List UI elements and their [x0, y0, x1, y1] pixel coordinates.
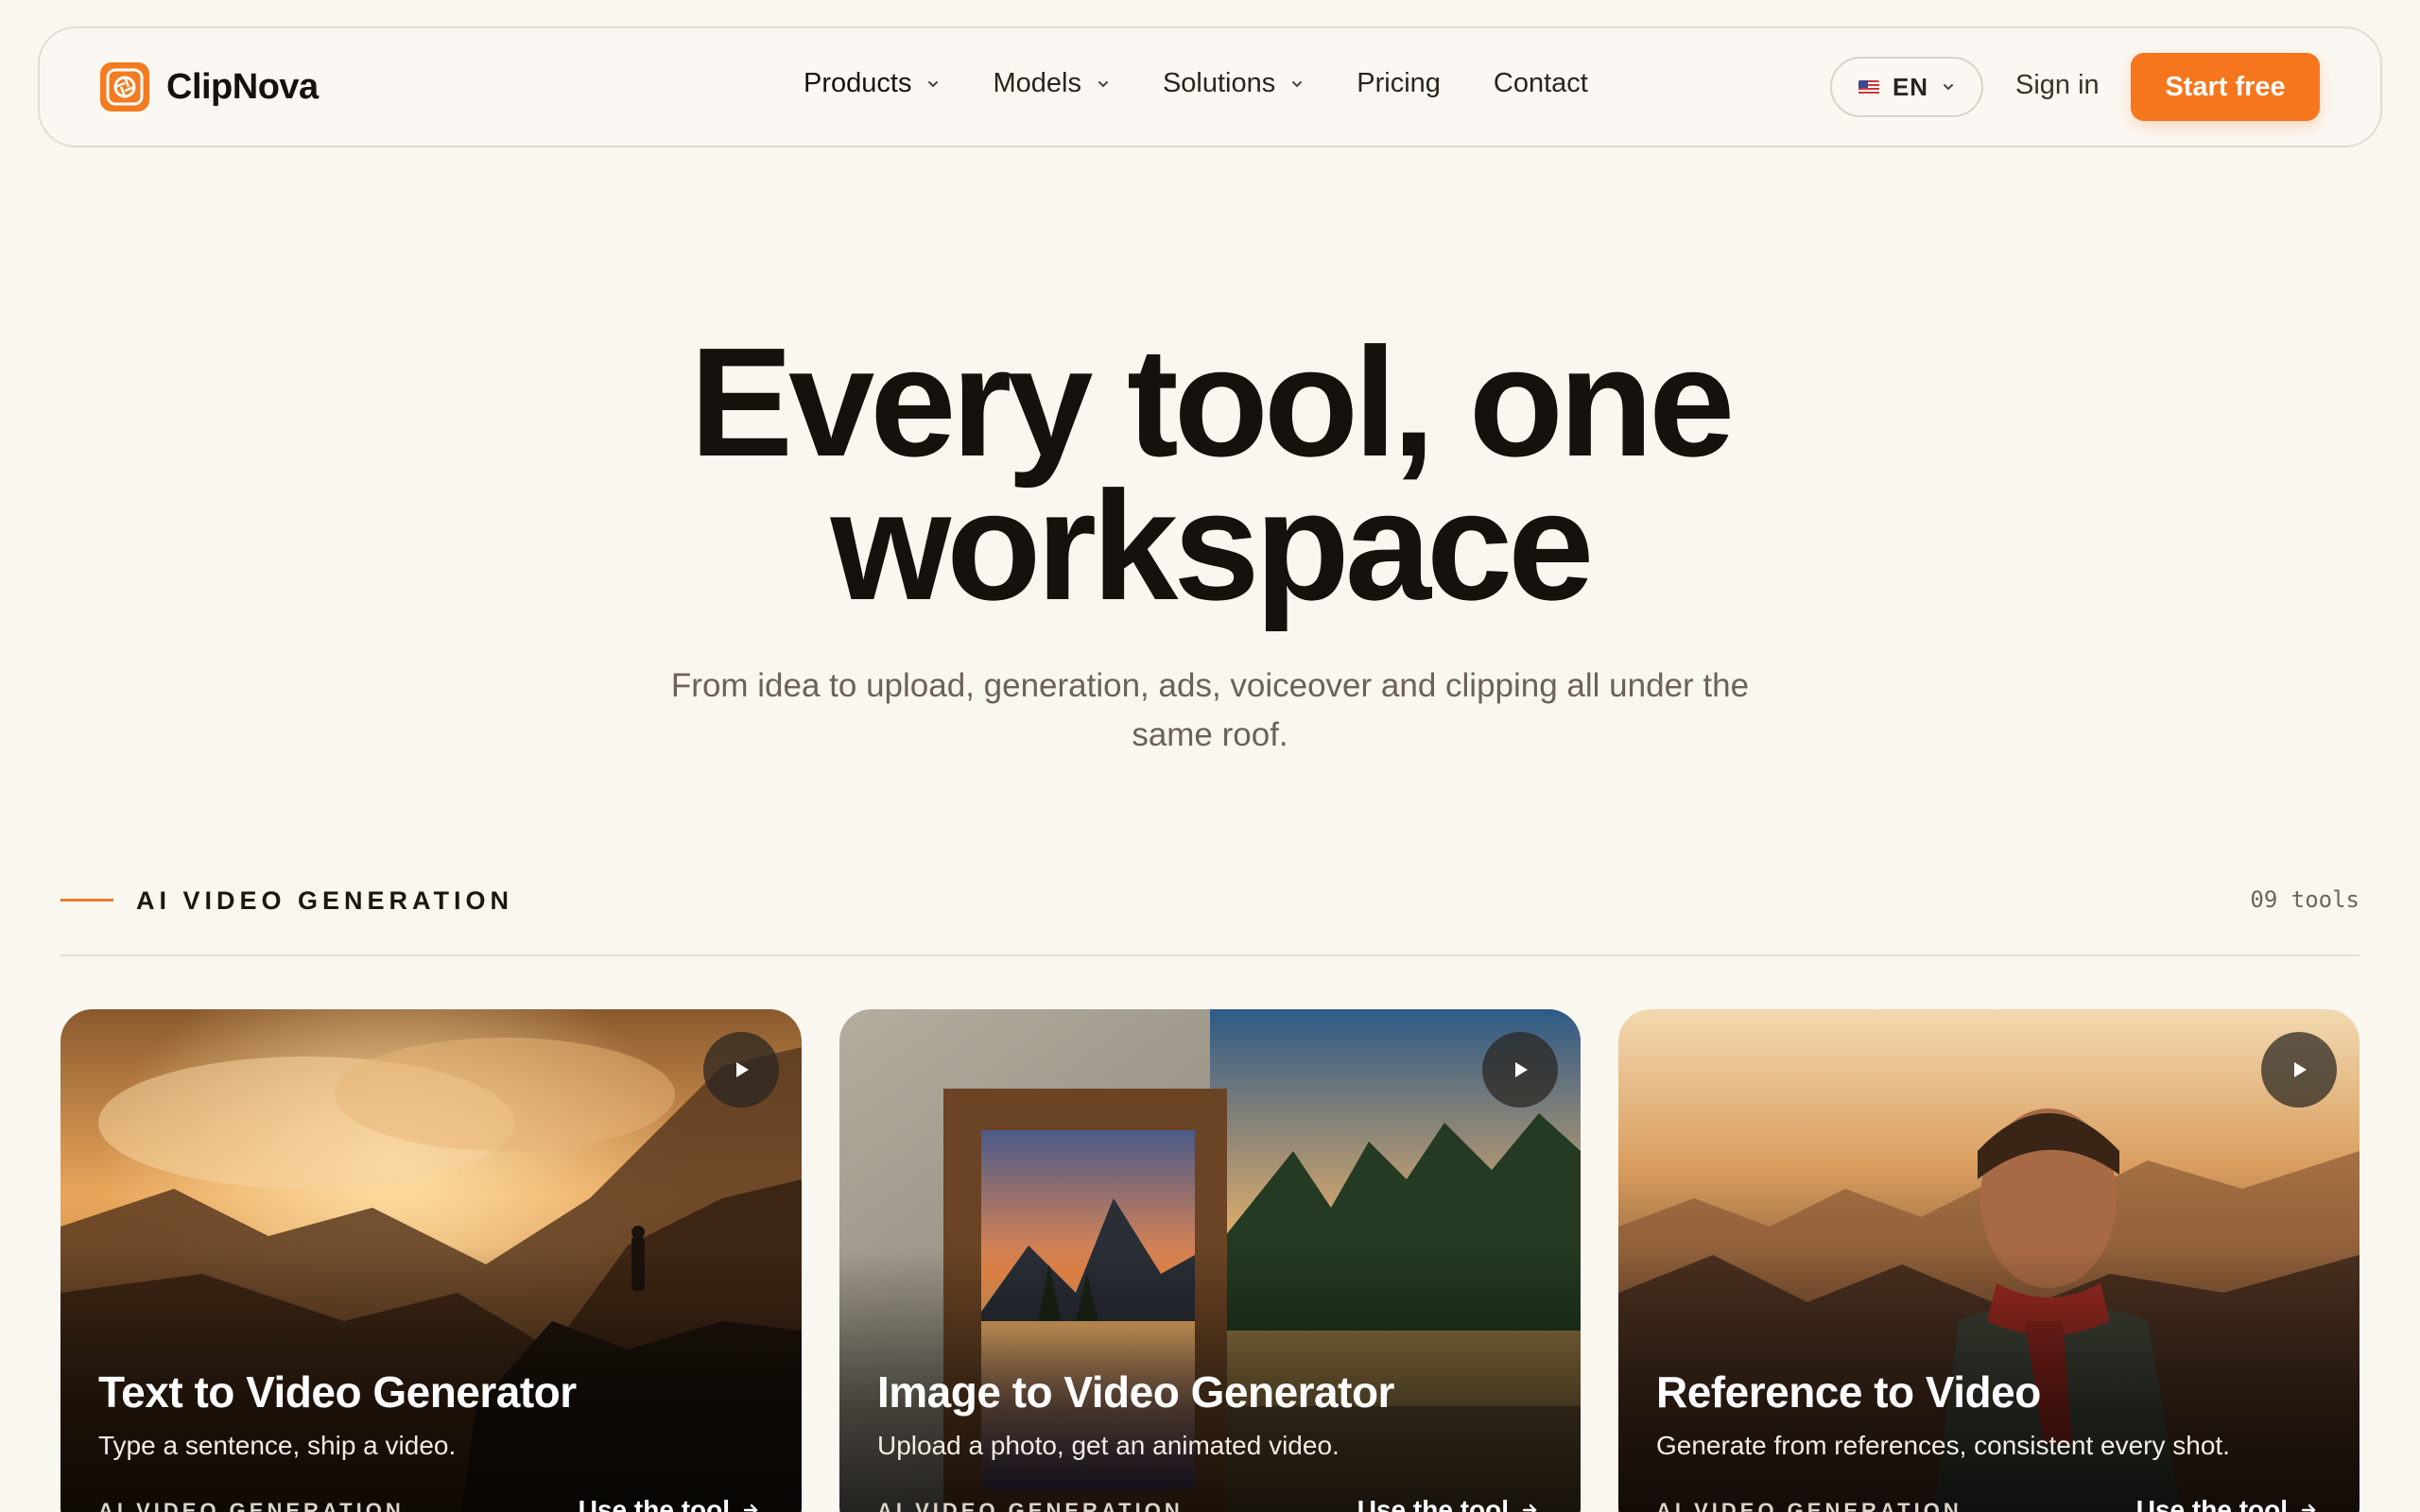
play-button[interactable] — [1482, 1032, 1558, 1108]
top-navbar: ClipNova Products Models Solutions Prici… — [38, 26, 2382, 147]
nav-pricing-label: Pricing — [1357, 68, 1441, 98]
nav-models-label: Models — [993, 68, 1081, 98]
start-free-button[interactable]: Start free — [2131, 53, 2320, 121]
arrow-right-icon — [743, 1503, 758, 1512]
nav-solutions-label: Solutions — [1162, 68, 1276, 98]
play-button[interactable] — [2261, 1032, 2337, 1108]
use-tool-label: Use the tool — [578, 1495, 730, 1512]
card-description: Upload a photo, get an animated video. — [877, 1431, 1340, 1460]
card-description: Type a sentence, ship a video. — [98, 1431, 457, 1460]
hero-title: Every tool, one workspace — [0, 325, 2420, 624]
hero-subtitle: From idea to upload, generation, ads, vo… — [670, 667, 1750, 753]
chevron-down-icon — [928, 80, 939, 87]
section-tool-count: 09 tools — [2250, 886, 2360, 913]
main-menu: Products Models Solutions Pricing Contac… — [804, 68, 1588, 99]
use-tool-link[interactable]: Use the tool — [2136, 1495, 2318, 1512]
tool-card-image-to-video[interactable]: Image to Video Generator Upload a photo,… — [839, 1009, 1581, 1512]
brand-name: ClipNova — [166, 66, 319, 107]
play-icon — [1515, 1062, 1528, 1077]
nav-pricing[interactable]: Pricing — [1357, 68, 1441, 99]
aperture-icon — [100, 62, 149, 112]
play-button[interactable] — [703, 1032, 779, 1108]
sign-in-link[interactable]: Sign in — [2015, 70, 2100, 101]
nav-models[interactable]: Models — [993, 68, 1110, 99]
nav-contact[interactable]: Contact — [1494, 68, 1588, 99]
card-category: AI VIDEO GENERATION — [1656, 1499, 1962, 1512]
card-title: Image to Video Generator — [877, 1367, 1394, 1417]
card-category: AI VIDEO GENERATION — [98, 1499, 405, 1512]
nav-contact-label: Contact — [1493, 68, 1588, 98]
card-category: AI VIDEO GENERATION — [877, 1499, 1184, 1512]
hero-title-line-2: workspace — [830, 459, 1595, 632]
language-code: EN — [1892, 72, 1929, 101]
nav-products[interactable]: Products — [804, 68, 940, 99]
nav-products-label: Products — [804, 68, 912, 98]
play-icon — [2294, 1062, 2307, 1077]
section-title: AI VIDEO GENERATION — [136, 886, 514, 915]
use-tool-link[interactable]: Use the tool — [1357, 1495, 1539, 1512]
card-description: Generate from references, consistent eve… — [1656, 1431, 2230, 1460]
use-tool-label: Use the tool — [2135, 1495, 2288, 1512]
chevron-down-icon — [1098, 80, 1108, 87]
arrow-right-icon — [1522, 1503, 1537, 1512]
section-accent-line — [60, 899, 113, 902]
chevron-down-icon — [1292, 80, 1303, 87]
card-title: Reference to Video — [1656, 1367, 2041, 1417]
play-icon — [736, 1062, 749, 1077]
language-selector[interactable]: EN — [1830, 57, 1983, 117]
tool-card-text-to-video[interactable]: Text to Video Generator Type a sentence,… — [60, 1009, 802, 1512]
tool-card-reference-to-video[interactable]: Reference to Video Generate from referen… — [1618, 1009, 2360, 1512]
section-divider — [60, 954, 2360, 956]
nav-solutions[interactable]: Solutions — [1163, 68, 1304, 99]
card-title: Text to Video Generator — [98, 1367, 577, 1417]
us-flag-icon — [1858, 79, 1879, 94]
arrow-right-icon — [2301, 1503, 2316, 1512]
use-tool-label: Use the tool — [1357, 1495, 1509, 1512]
brand-logo[interactable]: ClipNova — [100, 62, 319, 112]
chevron-down-icon — [1944, 84, 1954, 91]
use-tool-link[interactable]: Use the tool — [579, 1495, 760, 1512]
